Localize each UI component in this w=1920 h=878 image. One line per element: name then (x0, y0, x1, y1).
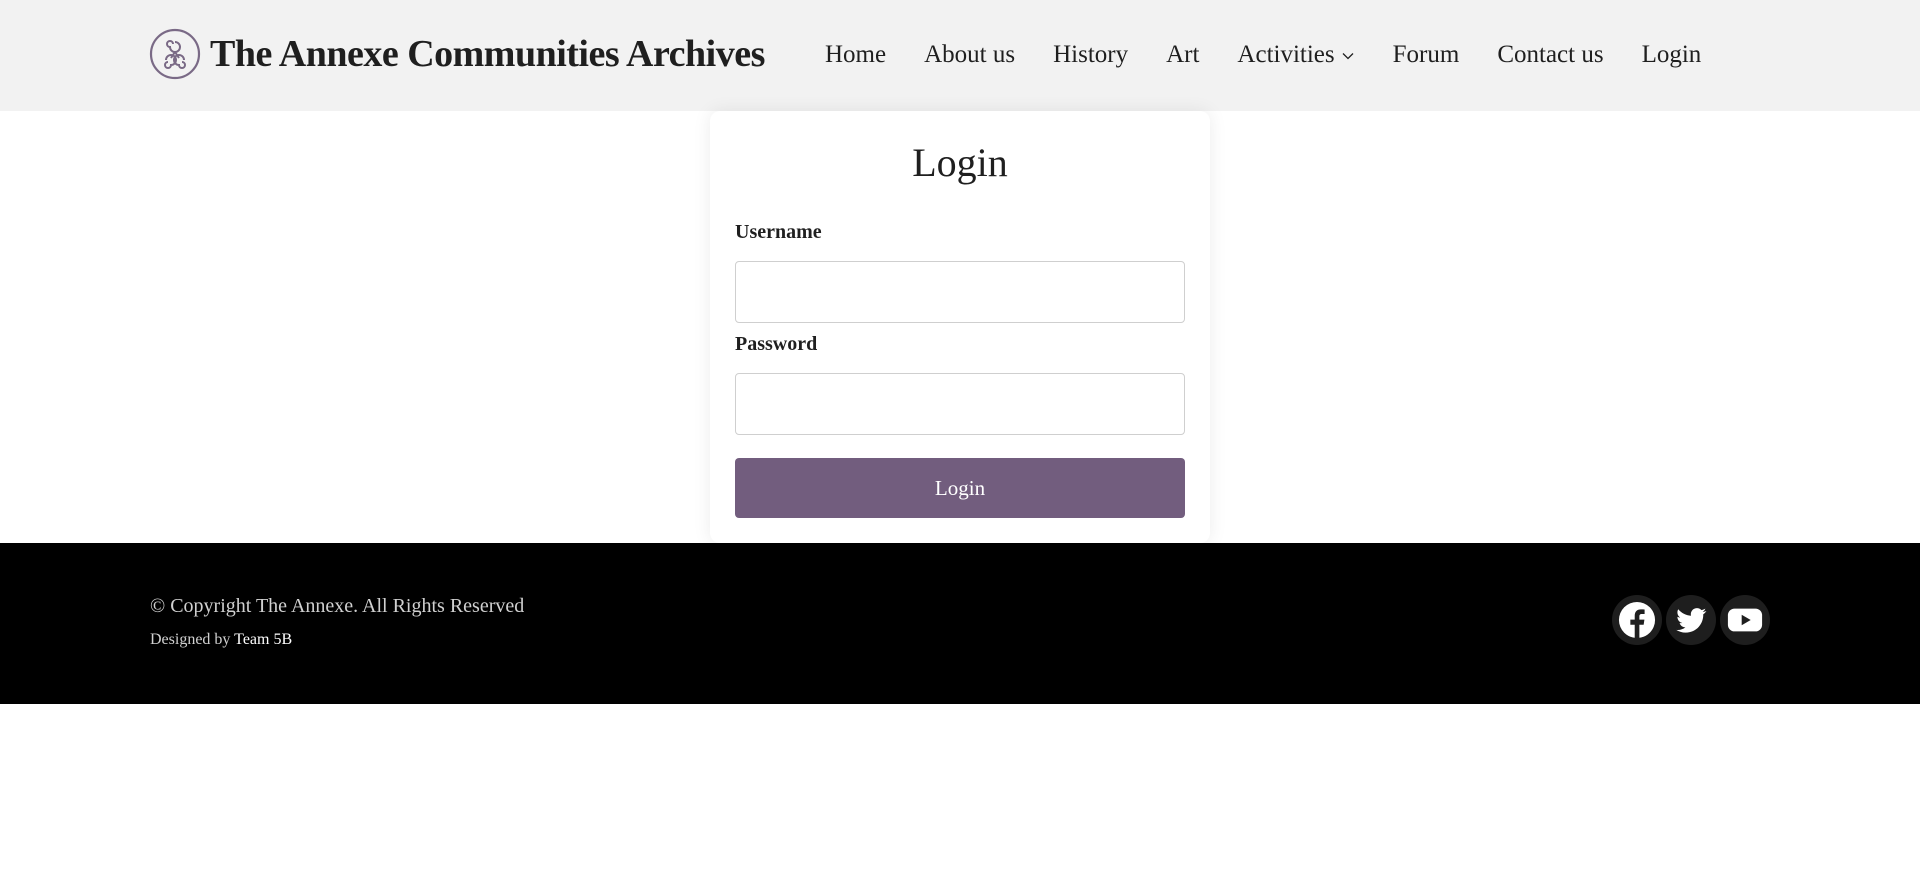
youtube-icon (1727, 608, 1763, 632)
nav-item-home[interactable]: Home (825, 41, 886, 69)
nav-item-about-us[interactable]: About us (924, 41, 1015, 69)
password-label: Password (735, 333, 818, 355)
nav-item-activities-label: Activities (1237, 41, 1335, 68)
twitter-icon (1676, 608, 1707, 633)
facebook-link[interactable] (1612, 595, 1662, 645)
username-label: Username (735, 221, 822, 243)
site-title[interactable]: The Annexe Communities Archives (210, 32, 765, 76)
facebook-icon (1618, 601, 1656, 639)
site-footer: © Copyright The Annexe. All Rights Reser… (0, 543, 1920, 704)
main-nav: Home About us History Art Activities For… (825, 36, 1701, 74)
youtube-link[interactable] (1720, 595, 1770, 645)
twitter-link[interactable] (1666, 595, 1716, 645)
designed-by-prefix: Designed by (150, 631, 231, 648)
designed-by-team-link[interactable]: Team 5B (234, 631, 292, 648)
nav-item-forum[interactable]: Forum (1393, 41, 1460, 69)
copyright-text: © Copyright The Annexe. All Rights Reser… (150, 595, 525, 617)
nav-item-login[interactable]: Login (1642, 41, 1702, 69)
password-input[interactable] (735, 373, 1185, 435)
triskele-spiral-icon (149, 28, 201, 80)
social-links (1612, 595, 1774, 645)
nav-item-history[interactable]: History (1053, 41, 1128, 69)
nav-item-activities[interactable]: Activities (1237, 41, 1354, 69)
chevron-down-icon (1342, 53, 1354, 60)
nav-item-contact-us[interactable]: Contact us (1497, 41, 1603, 69)
designed-by: Designed by Team 5B (150, 631, 292, 649)
login-title: Login (912, 140, 1008, 185)
nav-item-art[interactable]: Art (1166, 41, 1199, 69)
username-input[interactable] (735, 261, 1185, 323)
login-card: Login Username Password Login (710, 111, 1210, 543)
brand[interactable]: The Annexe Communities Archives (149, 28, 765, 80)
login-button[interactable]: Login (735, 458, 1185, 518)
site-header: The Annexe Communities Archives Home Abo… (0, 0, 1920, 111)
